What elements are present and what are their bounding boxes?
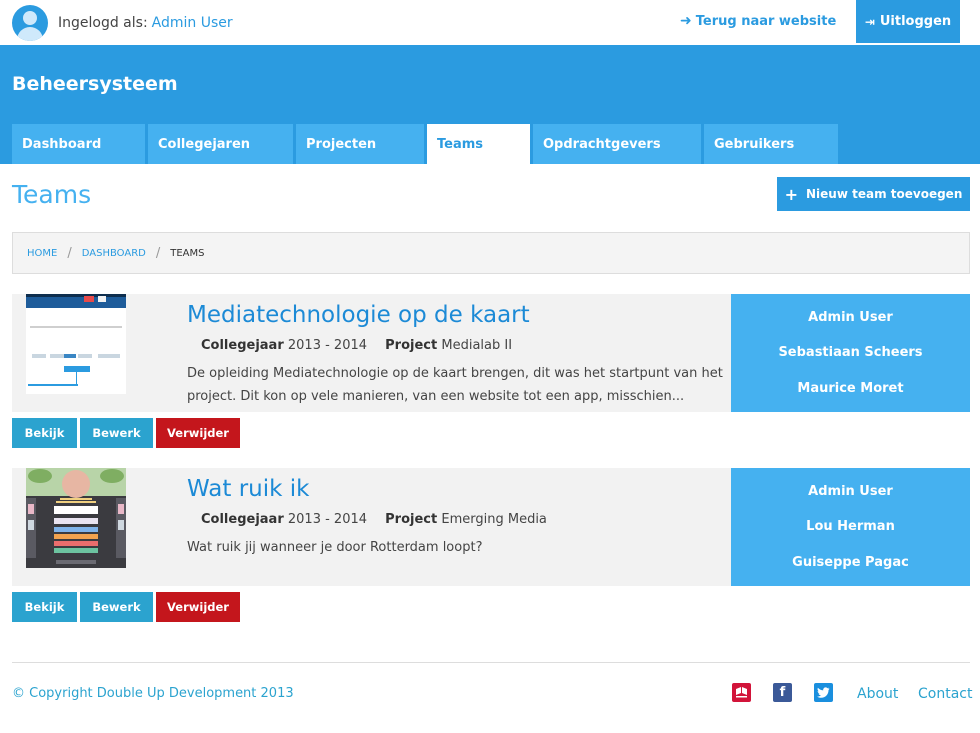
delete-label: Verwijder	[167, 600, 229, 614]
main-nav-tabs: Dashboard Collegejaren Projecten Teams O…	[12, 124, 841, 164]
edit-button[interactable]: Bewerk	[80, 418, 153, 448]
delete-button[interactable]: Verwijder	[156, 418, 240, 448]
year-label: Collegejaar	[201, 512, 284, 527]
twitter-icon[interactable]	[814, 683, 833, 702]
team-members: Admin User Lou Herman Guiseppe Pagac	[731, 468, 970, 586]
copyright-text: © Copyright Double Up Development 2013	[12, 686, 294, 701]
member-name[interactable]: Sebastiaan Scheers	[778, 345, 922, 360]
breadcrumb-separator: /	[67, 245, 72, 261]
tab-collegejaren[interactable]: Collegejaren	[148, 124, 293, 164]
breadcrumb: HOME / DASHBOARD / TEAMS	[12, 232, 970, 274]
logout-icon: ⇥	[864, 14, 875, 29]
delete-button[interactable]: Verwijder	[156, 592, 240, 622]
view-label: Bekijk	[24, 600, 65, 614]
facebook-icon[interactable]: f	[773, 683, 792, 702]
team-description: De opleiding Mediatechnologie op de kaar…	[187, 366, 723, 404]
add-team-label: Nieuw team toevoegen	[806, 187, 963, 201]
team-card: Mediatechnologie op de kaart Collegejaar…	[12, 294, 970, 412]
breadcrumb-separator: /	[155, 245, 161, 261]
contact-link[interactable]: Contact	[918, 686, 972, 702]
tab-teams[interactable]: Teams	[427, 124, 530, 164]
team-card: Wat ruik ik Collegejaar 2013 - 2014 Proj…	[12, 468, 970, 586]
tab-label: Gebruikers	[714, 136, 795, 152]
breadcrumb-current: TEAMS	[170, 247, 205, 259]
year-value: 2013 - 2014	[287, 338, 368, 353]
team-meta: Collegejaar 2013 - 2014 Project Medialab…	[201, 338, 512, 353]
delete-label: Verwijder	[167, 426, 229, 440]
footer-divider	[12, 662, 970, 663]
tab-projecten[interactable]: Projecten	[296, 124, 424, 164]
tab-gebruikers[interactable]: Gebruikers	[704, 124, 838, 164]
tab-label: Opdrachtgevers	[543, 136, 661, 152]
view-button[interactable]: Bekijk	[12, 418, 77, 448]
tab-dashboard[interactable]: Dashboard	[12, 124, 145, 164]
team-meta: Collegejaar 2013 - 2014 Project Emerging…	[201, 512, 547, 527]
edit-button[interactable]: Bewerk	[80, 592, 153, 622]
project-value: Medialab II	[441, 338, 513, 353]
arrow-right-icon: ➜	[680, 13, 692, 29]
header: Beheersysteem Dashboard Collegejaren Pro…	[0, 45, 980, 164]
page-title: Teams	[12, 180, 92, 209]
top-bar: Ingelogd als: Admin User ➜ Terug naar we…	[0, 0, 980, 45]
tab-label: Teams	[437, 136, 484, 152]
project-label: Project	[385, 338, 438, 353]
login-label: Ingelogd als:	[58, 14, 148, 31]
project-label: Project	[385, 512, 438, 527]
about-link[interactable]: About	[857, 686, 898, 702]
team-title-link[interactable]: Mediatechnologie op de kaart	[187, 302, 530, 328]
logout-button[interactable]: ⇥ Uitloggen	[856, 0, 960, 43]
member-name[interactable]: Admin User	[808, 310, 893, 325]
social-icons: f	[732, 683, 855, 702]
login-user-link[interactable]: Admin User	[152, 15, 233, 31]
member-name[interactable]: Lou Herman	[806, 519, 895, 534]
team-actions: Bekijk Bewerk Verwijder	[12, 592, 243, 622]
tab-label: Dashboard	[22, 136, 102, 152]
add-team-button[interactable]: + Nieuw team toevoegen	[777, 177, 970, 211]
edit-label: Bewerk	[92, 426, 141, 440]
tab-label: Collegejaren	[158, 136, 251, 152]
team-thumbnail[interactable]	[26, 468, 126, 568]
year-value: 2013 - 2014	[287, 512, 368, 527]
user-avatar-icon	[12, 4, 48, 41]
plus-icon: +	[784, 184, 799, 204]
member-name[interactable]: Guiseppe Pagac	[792, 555, 909, 570]
back-to-website-link[interactable]: ➜ Terug naar website	[680, 13, 836, 29]
tab-opdrachtgevers[interactable]: Opdrachtgevers	[533, 124, 701, 164]
breadcrumb-home[interactable]: HOME	[27, 248, 57, 259]
tab-label: Projecten	[306, 136, 377, 152]
edit-label: Bewerk	[92, 600, 141, 614]
rotterdam-logo-icon[interactable]	[732, 683, 751, 702]
view-button[interactable]: Bekijk	[12, 592, 77, 622]
brand-title: Beheersysteem	[12, 73, 178, 95]
member-name[interactable]: Admin User	[808, 484, 893, 499]
view-label: Bekijk	[24, 426, 65, 440]
breadcrumb-dashboard[interactable]: DASHBOARD	[82, 248, 146, 259]
project-value: Emerging Media	[441, 512, 547, 527]
back-to-website-label: Terug naar website	[695, 13, 837, 29]
logout-label: Uitloggen	[879, 14, 952, 29]
team-thumbnail[interactable]	[26, 294, 126, 394]
team-description: Wat ruik jij wanneer je door Rotterdam l…	[187, 540, 483, 555]
team-title-link[interactable]: Wat ruik ik	[187, 476, 309, 502]
member-name[interactable]: Maurice Moret	[797, 381, 903, 396]
team-actions: Bekijk Bewerk Verwijder	[12, 418, 243, 448]
year-label: Collegejaar	[201, 338, 284, 353]
team-members: Admin User Sebastiaan Scheers Maurice Mo…	[731, 294, 970, 412]
